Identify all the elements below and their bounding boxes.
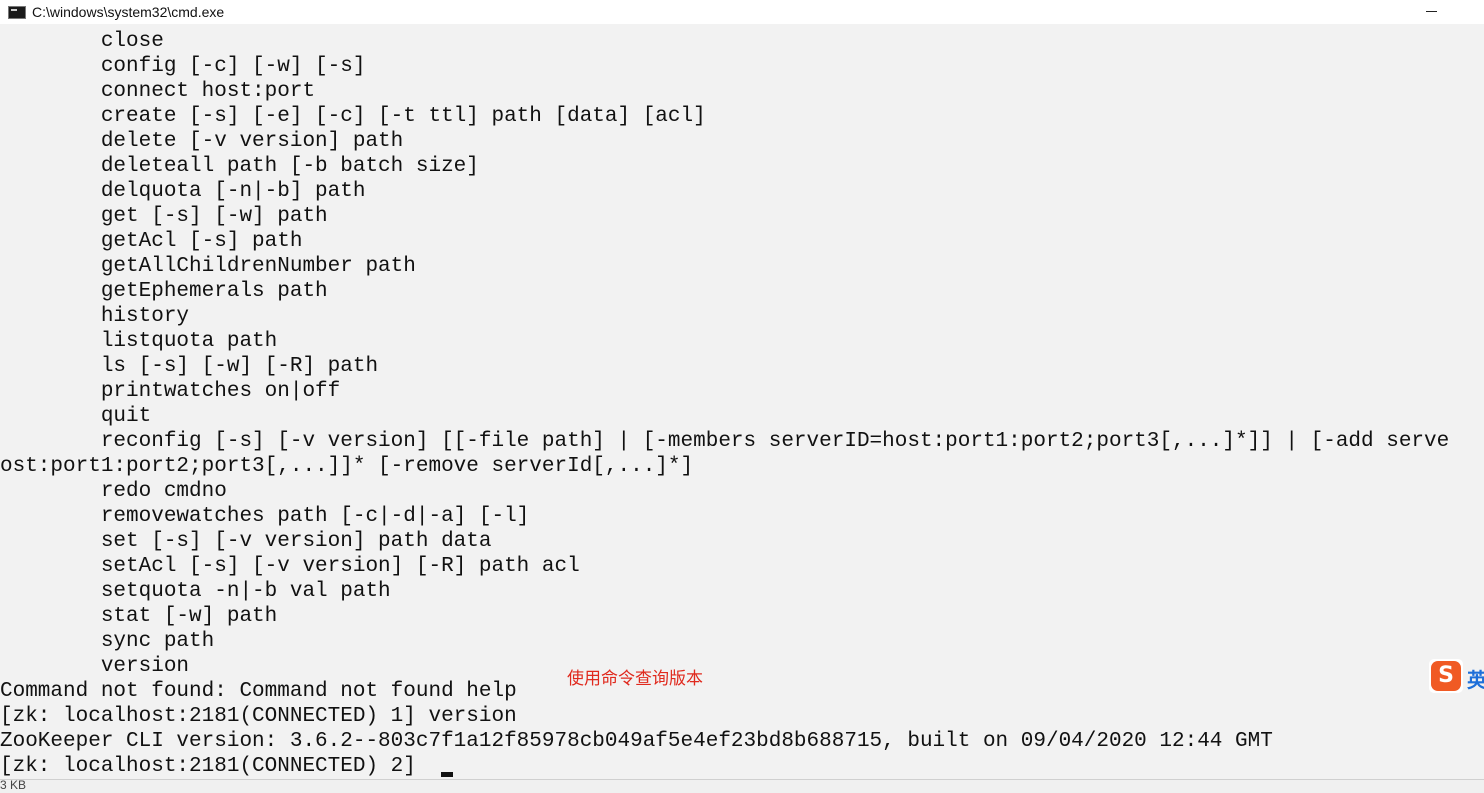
status-bar: 3 KB — [0, 778, 1484, 793]
console-line: setAcl [-s] [-v version] [-R] path acl — [0, 555, 580, 578]
console-line: config [-c] [-w] [-s] — [0, 55, 366, 78]
console-line: listquota path — [0, 330, 278, 353]
title-bar[interactable]: C:\windows\system32\cmd.exe — [0, 0, 1484, 24]
console-line: removewatches path [-c|-d|-a] [-l] — [0, 505, 530, 528]
console-output[interactable]: close config [-c] [-w] [-s] connect host… — [0, 29, 1484, 779]
annotation-label: 使用命令查询版本 — [567, 669, 703, 689]
console-line: [zk: localhost:2181(CONNECTED) 2] — [0, 755, 429, 778]
cmd-icon — [8, 5, 26, 19]
console-line: printwatches on|off — [0, 380, 341, 403]
console-line: history — [0, 305, 190, 328]
console-line: Command not found: Command not found hel… — [0, 680, 517, 703]
minimize-button[interactable] — [1416, 0, 1446, 22]
minimize-icon — [1425, 10, 1437, 12]
text-cursor — [441, 772, 453, 777]
console-line: create [-s] [-e] [-c] [-t ttl] path [dat… — [0, 105, 706, 128]
console-line: deleteall path [-b batch size] — [0, 155, 479, 178]
cmd-window: C:\windows\system32\cmd.exe close config… — [0, 0, 1484, 779]
console-line: quit — [0, 405, 152, 428]
console-line: ZooKeeper CLI version: 3.6.2--803c7f1a12… — [0, 730, 1273, 753]
console-line: close — [0, 30, 164, 53]
console-line: delquota [-n|-b] path — [0, 180, 366, 203]
console-line: ost:port1:port2;port3[,...]]* [-remove s… — [0, 455, 694, 478]
console-line: version — [0, 655, 190, 678]
console-line: getAllChildrenNumber path — [0, 255, 416, 278]
console-line: sync path — [0, 630, 215, 653]
console-line: get [-s] [-w] path — [0, 205, 328, 228]
console-line: connect host:port — [0, 80, 316, 103]
console-line: ls [-s] [-w] [-R] path — [0, 355, 379, 378]
console-line: delete [-v version] path — [0, 130, 404, 153]
console-line: reconfig [-s] [-v version] [[-file path]… — [0, 430, 1450, 453]
ime-logo: S — [1431, 661, 1461, 691]
console-line: getEphemerals path — [0, 280, 328, 303]
ime-mode-label[interactable]: 英 — [1467, 664, 1484, 693]
console-line: getAcl [-s] path — [0, 230, 303, 253]
status-text: 3 KB — [0, 778, 27, 792]
console-line: redo cmdno — [0, 480, 227, 503]
console-line: setquota -n|-b val path — [0, 580, 391, 603]
window-title: C:\windows\system32\cmd.exe — [32, 4, 225, 20]
console-line: stat [-w] path — [0, 605, 278, 628]
console-line: set [-s] [-v version] path data — [0, 530, 492, 553]
sogou-ime-icon[interactable]: S — [1429, 659, 1463, 693]
console-line: [zk: localhost:2181(CONNECTED) 1] versio… — [0, 705, 517, 728]
